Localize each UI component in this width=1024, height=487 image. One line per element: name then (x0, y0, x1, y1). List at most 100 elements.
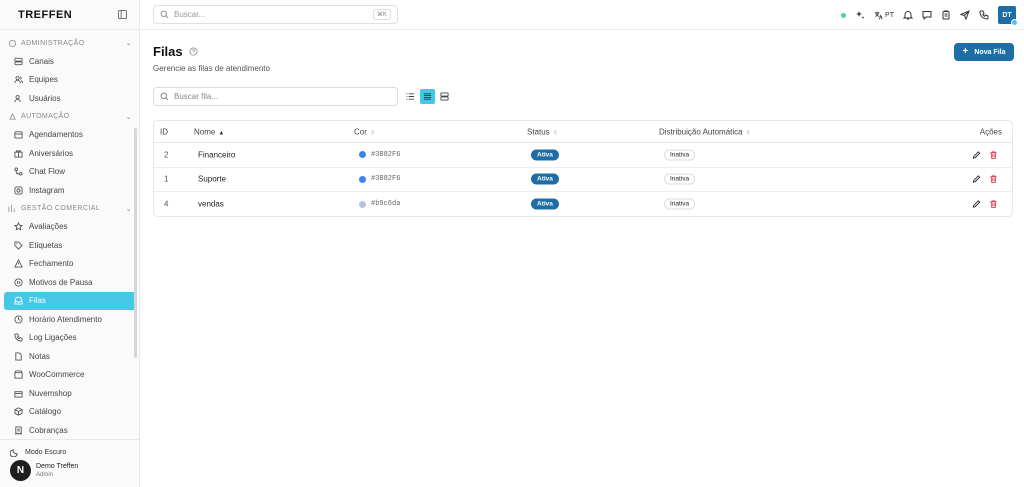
tag-icon (14, 241, 23, 250)
store-icon (14, 370, 23, 379)
color-swatch (359, 175, 366, 183)
table-row[interactable]: 4 vendas #b9c6da Ativa Inativa (154, 192, 1012, 217)
sidebar-scrollbar[interactable] (134, 128, 137, 358)
distribution-badge: Inativa (664, 149, 696, 161)
sidebar-item-motivos-de-pausa[interactable]: Motivos de Pausa (4, 273, 136, 292)
color-cell: #b9c6da (359, 200, 400, 208)
table-row[interactable]: 2 Financeiro #3B82F6 Ativa Inativa (154, 143, 1012, 168)
alert-triangle-icon (14, 259, 23, 268)
message-icon[interactable] (922, 10, 932, 20)
language-selector[interactable]: PT (874, 11, 894, 20)
list-view-button[interactable] (403, 89, 418, 104)
page-title: Filas (153, 44, 198, 59)
sort-icon: ⇕ (369, 130, 375, 136)
edit-icon[interactable] (972, 150, 981, 159)
gift-icon (14, 149, 23, 158)
sidebar-item-usuarios[interactable]: Usuários (4, 89, 136, 108)
user-avatar[interactable]: DT (998, 6, 1018, 26)
color-cell: #3B82F6 (359, 175, 400, 183)
clock-icon (14, 315, 23, 324)
topbar-actions: PT DT (841, 5, 1018, 26)
logo[interactable]: TREFFEN (18, 9, 72, 21)
sidebar: TREFFEN ADMINISTRAÇÃO ⌄ Canais Equipes U… (0, 0, 140, 487)
col-nome[interactable]: Nome ▲ (194, 127, 224, 136)
main-content: Filas Gerencie as filas de atendimento +… (140, 30, 1024, 487)
sidebar-item-agendamentos[interactable]: Agendamentos (4, 126, 136, 145)
plus-icon: + (962, 46, 969, 57)
user-group-icon (14, 94, 21, 102)
section-automacao[interactable]: AUTOMAÇÃO ⌄ (0, 108, 140, 126)
sidebar-footer: Modo Escuro N Demo Treffen Admin (0, 439, 140, 487)
package-icon (14, 407, 23, 416)
trash-icon[interactable] (989, 175, 998, 184)
moon-icon (10, 449, 18, 457)
row-actions (972, 150, 998, 159)
sidebar-collapse-icon[interactable] (118, 10, 127, 19)
trash-icon[interactable] (989, 150, 998, 159)
bell-icon[interactable] (903, 10, 913, 20)
topbar: Buscar... ⌘K PT DT (140, 0, 1024, 30)
sidebar-item-etiquetas[interactable]: Etiquetas (4, 236, 136, 255)
sidebar-item-cobrancas[interactable]: Cobranças (4, 421, 136, 438)
sidebar-item-woocommerce[interactable]: WooCommerce (4, 366, 136, 385)
sidebar-item-fechamento[interactable]: Fechamento (4, 255, 136, 274)
col-id[interactable]: ID (160, 127, 168, 136)
status-badge: Ativa (531, 198, 559, 210)
send-icon[interactable] (960, 10, 970, 20)
chevron-down-icon: ⌄ (125, 40, 132, 47)
section-gestao-comercial[interactable]: GESTÃO COMERCIAL ⌄ (0, 200, 140, 218)
shortcut-hint: ⌘K (372, 9, 391, 20)
sidebar-item-equipes[interactable]: Equipes (4, 71, 136, 90)
sidebar-item-horario-atendimento[interactable]: Horário Atendimento (4, 310, 136, 329)
global-search-input[interactable]: Buscar... ⌘K (153, 5, 398, 24)
user-name: Demo Treffen (36, 463, 79, 470)
sidebar-item-instagram[interactable]: Instagram (4, 181, 136, 200)
section-administracao[interactable]: ADMINISTRAÇÃO ⌄ (0, 34, 140, 52)
table-row[interactable]: 1 Suporte #3B82F6 Ativa Inativa (154, 168, 1012, 192)
row-actions (972, 175, 998, 184)
card-view-button[interactable] (437, 89, 452, 104)
sidebar-item-avaliacoes[interactable]: Avaliações (4, 218, 136, 237)
color-cell: #3B82F6 (359, 151, 400, 159)
sparkles-icon[interactable] (855, 10, 865, 20)
dark-mode-toggle[interactable]: Modo Escuro (10, 448, 66, 457)
trash-icon[interactable] (989, 200, 998, 209)
file-icon (15, 352, 22, 361)
clipboard-icon[interactable] (941, 10, 951, 20)
avatar: N (10, 460, 31, 481)
search-placeholder: Buscar... (174, 10, 206, 19)
pause-circle-icon (14, 278, 23, 287)
users-icon (14, 76, 23, 84)
translate-icon (874, 11, 883, 19)
new-queue-button[interactable]: + Nova Fila (954, 43, 1014, 61)
sidebar-item-notas[interactable]: Notas (4, 347, 136, 366)
sidebar-item-filas[interactable]: Filas (4, 291, 136, 310)
view-toggle (403, 89, 452, 104)
phone-icon (14, 333, 23, 342)
receipt-icon (15, 426, 22, 435)
help-circle-icon[interactable] (189, 47, 198, 56)
sidebar-item-nuvemshop[interactable]: Nuvemshop (4, 384, 136, 403)
sidebar-item-aniversarios[interactable]: Aniversários (4, 144, 136, 163)
edit-icon[interactable] (972, 200, 981, 209)
search-icon (160, 10, 169, 19)
col-distribuicao[interactable]: Distribuição Automática ⇕ (659, 127, 751, 136)
sort-icon: ⇕ (552, 130, 558, 136)
sidebar-item-log-ligacoes[interactable]: Log Ligações (4, 329, 136, 348)
distribution-badge: Inativa (664, 173, 696, 185)
table-view-button[interactable] (420, 89, 435, 104)
sidebar-item-canais[interactable]: Canais (4, 52, 136, 71)
queue-search-input[interactable]: Buscar fila... (153, 87, 398, 106)
sidebar-item-chat-flow[interactable]: Chat Flow (4, 163, 136, 182)
col-status[interactable]: Status ⇕ (527, 127, 558, 136)
sidebar-item-catalogo[interactable]: Catálogo (4, 403, 136, 422)
inbox-icon (14, 297, 23, 305)
edit-icon[interactable] (972, 175, 981, 184)
server-icon (14, 57, 23, 65)
phone-call-icon[interactable] (979, 10, 989, 20)
star-icon (14, 222, 23, 231)
user-menu[interactable]: N Demo Treffen Admin (10, 460, 78, 481)
col-cor[interactable]: Cor ⇕ (354, 127, 375, 136)
calendar-icon (14, 131, 23, 139)
queues-table: ID Nome ▲ Cor ⇕ Status ⇕ Distribuição Autom… (153, 120, 1013, 217)
